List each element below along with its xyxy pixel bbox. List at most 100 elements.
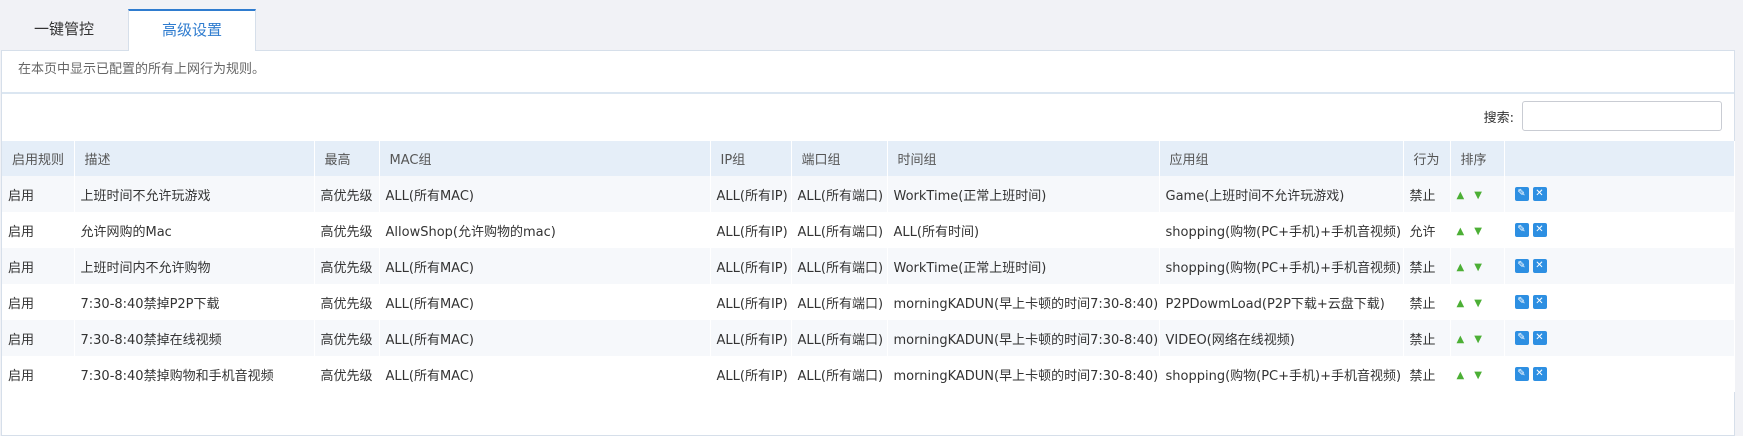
search-bar: 搜索: [1484, 101, 1722, 131]
cell-ip-group: ALL(所有IP) [710, 284, 792, 320]
edit-icon[interactable]: ✎ [1514, 223, 1529, 237]
table-row: 启用 上班时间不允许玩游戏 高优先级 ALL(所有MAC) ALL(所有IP) ALL(所… [2, 176, 1735, 212]
cell-enable: 启用 [2, 212, 75, 248]
cell-time-group: morningKADUN(早上卡顿的时间7:30-8:40) [887, 320, 1160, 356]
tab-one-click-control[interactable]: 一键管控 [0, 9, 128, 49]
delete-icon[interactable]: ✕ [1532, 187, 1547, 201]
rules-table: 启用规则 描述 最高 MAC组 IP组 端口组 时间组 应用组 行为 排序 启用… [2, 141, 1735, 392]
cell-priority: 高优先级 [314, 212, 380, 248]
cell-order: ▲ ▼ [1450, 176, 1505, 212]
arrow-up-icon[interactable]: ▲ [1457, 190, 1465, 201]
cell-mac-group: ALL(所有MAC) [379, 248, 711, 284]
cell-operations: ✎ ✕ [1504, 320, 1735, 356]
cell-port-group: ALL(所有端口) [791, 212, 888, 248]
search-label: 搜索: [1483, 110, 1514, 126]
col-header-description: 描述 [74, 141, 315, 176]
col-header-order: 排序 [1450, 141, 1505, 176]
cell-mac-group: ALL(所有MAC) [379, 284, 711, 320]
arrow-down-icon[interactable]: ▼ [1474, 190, 1482, 201]
cell-operations: ✎ ✕ [1504, 176, 1735, 212]
table-row: 启用 上班时间内不允许购物 高优先级 ALL(所有MAC) ALL(所有IP) ALL(所… [2, 248, 1735, 284]
cell-app-group: shopping(购物(PC+手机)+手机音视频) [1159, 212, 1404, 248]
cell-app-group: VIDEO(网络在线视频) [1159, 320, 1404, 356]
arrow-up-icon[interactable]: ▲ [1457, 298, 1465, 309]
arrow-down-icon[interactable]: ▼ [1474, 226, 1482, 237]
cell-priority: 高优先级 [314, 176, 380, 212]
tab-bar: 一键管控 高级设置 [0, 9, 257, 51]
arrow-down-icon[interactable]: ▼ [1474, 262, 1482, 273]
col-header-mac-group: MAC组 [379, 141, 711, 176]
table-row: 启用 7:30-8:40禁掉购物和手机音视频 高优先级 ALL(所有MAC) ALL(所… [2, 356, 1735, 392]
cell-action: 禁止 [1403, 284, 1451, 320]
cell-description: 7:30-8:40禁掉在线视频 [74, 320, 315, 356]
cell-ip-group: ALL(所有IP) [710, 248, 792, 284]
cell-enable: 启用 [2, 248, 75, 284]
cell-ip-group: ALL(所有IP) [710, 320, 792, 356]
cell-ip-group: ALL(所有IP) [710, 212, 792, 248]
cell-description: 7:30-8:40禁掉P2P下载 [74, 284, 315, 320]
rules-panel: 在本页中显示已配置的所有上网行为规则。 搜索: 启用规则 描述 最高 MAC组 … [1, 50, 1735, 436]
cell-order: ▲ ▼ [1450, 320, 1505, 356]
cell-mac-group: ALL(所有MAC) [379, 356, 711, 392]
col-header-operations [1504, 141, 1735, 176]
table-header-row: 启用规则 描述 最高 MAC组 IP组 端口组 时间组 应用组 行为 排序 [2, 141, 1735, 176]
cell-priority: 高优先级 [314, 284, 380, 320]
cell-app-group: Game(上班时间不允许玩游戏) [1159, 176, 1404, 212]
delete-icon[interactable]: ✕ [1532, 223, 1547, 237]
cell-time-group: morningKADUN(早上卡顿的时间7:30-8:40) [887, 284, 1160, 320]
cell-action: 禁止 [1403, 356, 1451, 392]
cell-action: 允许 [1403, 212, 1451, 248]
cell-app-group: shopping(购物(PC+手机)+手机音视频) [1159, 248, 1404, 284]
cell-time-group: ALL(所有时间) [887, 212, 1160, 248]
arrow-up-icon[interactable]: ▲ [1457, 370, 1465, 381]
cell-time-group: morningKADUN(早上卡顿的时间7:30-8:40) [887, 356, 1160, 392]
cell-port-group: ALL(所有端口) [791, 284, 888, 320]
delete-icon[interactable]: ✕ [1532, 331, 1547, 345]
cell-order: ▲ ▼ [1450, 356, 1505, 392]
arrow-up-icon[interactable]: ▲ [1457, 262, 1465, 273]
cell-operations: ✎ ✕ [1504, 284, 1735, 320]
arrow-down-icon[interactable]: ▼ [1474, 298, 1482, 309]
col-header-enable: 启用规则 [2, 141, 75, 176]
cell-mac-group: ALL(所有MAC) [379, 320, 711, 356]
cell-mac-group: AllowShop(允许购物的mac) [379, 212, 711, 248]
delete-icon[interactable]: ✕ [1532, 367, 1547, 381]
cell-priority: 高优先级 [314, 320, 380, 356]
arrow-down-icon[interactable]: ▼ [1474, 370, 1482, 381]
edit-icon[interactable]: ✎ [1514, 259, 1529, 273]
col-header-app-group: 应用组 [1159, 141, 1404, 176]
arrow-up-icon[interactable]: ▲ [1457, 334, 1465, 345]
cell-description: 7:30-8:40禁掉购物和手机音视频 [74, 356, 315, 392]
cell-enable: 启用 [2, 356, 75, 392]
tab-advanced-settings[interactable]: 高级设置 [128, 9, 257, 51]
cell-action: 禁止 [1403, 248, 1451, 284]
col-header-ip-group: IP组 [710, 141, 792, 176]
cell-ip-group: ALL(所有IP) [710, 176, 792, 212]
cell-operations: ✎ ✕ [1504, 212, 1735, 248]
cell-priority: 高优先级 [314, 248, 380, 284]
cell-description: 上班时间内不允许购物 [74, 248, 315, 284]
cell-action: 禁止 [1403, 176, 1451, 212]
cell-priority: 高优先级 [314, 356, 380, 392]
cell-app-group: shopping(购物(PC+手机)+手机音视频) [1159, 356, 1404, 392]
cell-order: ▲ ▼ [1450, 212, 1505, 248]
table-row: 启用 7:30-8:40禁掉在线视频 高优先级 ALL(所有MAC) ALL(所有IP)… [2, 320, 1735, 356]
cell-enable: 启用 [2, 320, 75, 356]
edit-icon[interactable]: ✎ [1514, 187, 1529, 201]
cell-description: 上班时间不允许玩游戏 [74, 176, 315, 212]
cell-order: ▲ ▼ [1450, 248, 1505, 284]
cell-port-group: ALL(所有端口) [791, 356, 888, 392]
cell-operations: ✎ ✕ [1504, 248, 1735, 284]
cell-ip-group: ALL(所有IP) [710, 356, 792, 392]
table-row: 启用 7:30-8:40禁掉P2P下载 高优先级 ALL(所有MAC) ALL(所有IP… [2, 284, 1735, 320]
cell-port-group: ALL(所有端口) [791, 176, 888, 212]
delete-icon[interactable]: ✕ [1532, 259, 1547, 273]
edit-icon[interactable]: ✎ [1514, 331, 1529, 345]
edit-icon[interactable]: ✎ [1514, 295, 1529, 309]
cell-action: 禁止 [1403, 320, 1451, 356]
arrow-up-icon[interactable]: ▲ [1457, 226, 1465, 237]
delete-icon[interactable]: ✕ [1532, 295, 1547, 309]
edit-icon[interactable]: ✎ [1514, 367, 1529, 381]
search-input[interactable] [1522, 101, 1722, 131]
arrow-down-icon[interactable]: ▼ [1474, 334, 1482, 345]
